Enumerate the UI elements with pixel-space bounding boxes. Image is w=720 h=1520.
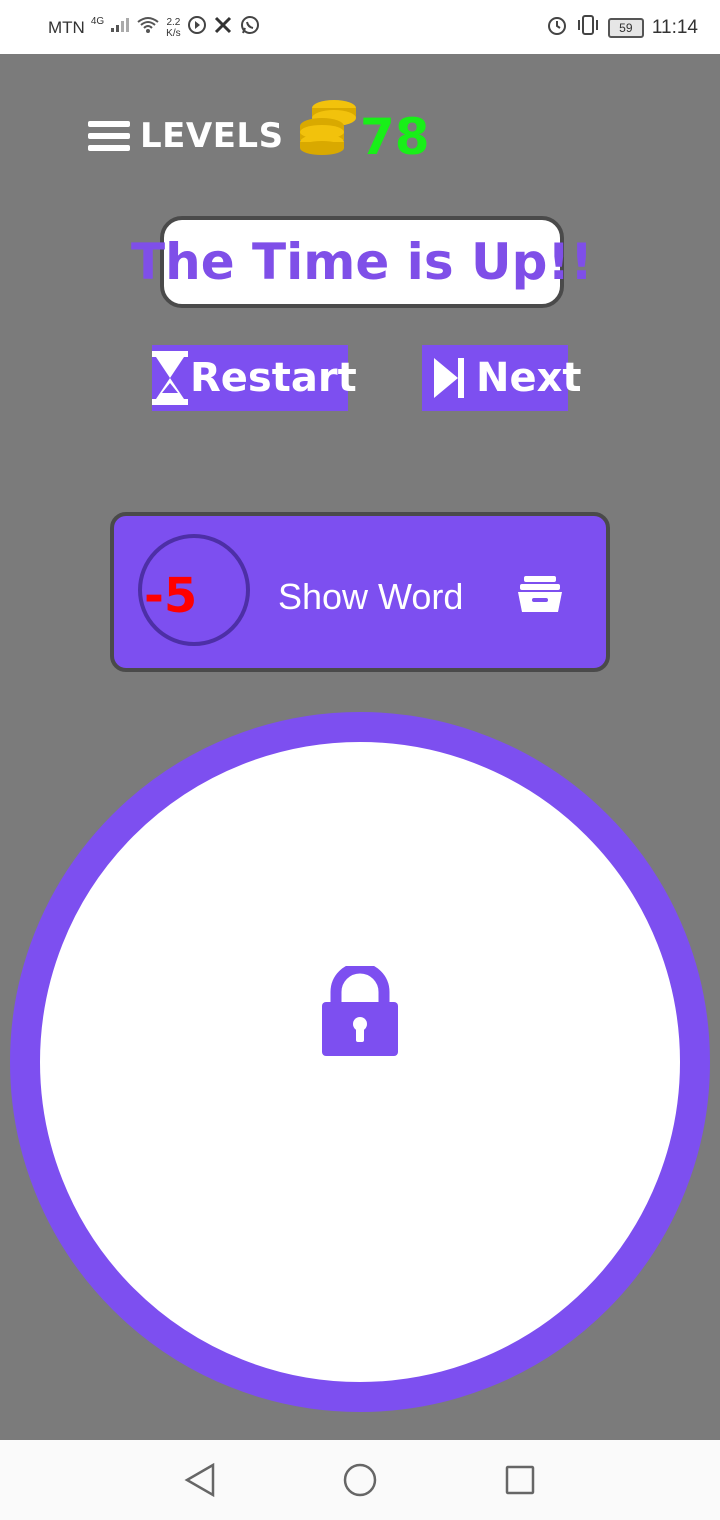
speed-unit: K/s <box>166 27 181 39</box>
restart-label: Restart <box>190 355 357 401</box>
clock: 11:14 <box>651 16 698 38</box>
battery-icon: 59 <box>607 17 644 38</box>
x-icon <box>213 15 233 40</box>
network-speed: 2.2 K/s <box>166 17 180 39</box>
battery-level: 59 <box>619 20 633 35</box>
status-right: 59 11:14 <box>546 14 698 41</box>
next-label: Next <box>476 355 582 401</box>
speed-value: 2.2 <box>166 16 181 28</box>
coin-count: 78 <box>360 108 430 166</box>
hint-cost: -5 <box>144 568 198 624</box>
carrier: MTN <box>48 17 85 37</box>
levels-label: LEVELS <box>140 116 284 156</box>
back-icon[interactable] <box>183 1462 217 1498</box>
time-up-text: The Time is Up!! <box>131 233 593 291</box>
status-bar: MTN 4G 2.2 K/s 59 11:14 <box>0 0 720 54</box>
hourglass-icon <box>152 349 188 407</box>
signal-icon <box>110 17 130 38</box>
restart-button[interactable]: Restart <box>152 345 357 411</box>
puzzle-locked-area <box>10 712 710 1412</box>
wifi-icon <box>136 16 160 39</box>
levels-menu-button[interactable]: LEVELS <box>88 116 284 156</box>
archive-icon <box>518 576 562 612</box>
coins-icon <box>300 100 356 155</box>
alarm-icon <box>546 14 568 41</box>
time-up-banner: The Time is Up!! <box>131 216 593 308</box>
next-button[interactable]: Next <box>422 345 582 411</box>
vibrate-icon <box>576 15 600 40</box>
show-word-label: Show Word <box>278 576 464 617</box>
hamburger-icon <box>88 121 130 151</box>
show-word-button[interactable]: -5 Show Word <box>110 512 610 672</box>
home-icon[interactable] <box>343 1462 377 1498</box>
recent-apps-icon[interactable] <box>504 1464 536 1496</box>
network-type: 4G <box>90 16 105 27</box>
whatsapp-icon <box>239 14 261 41</box>
lock-icon <box>322 966 398 1056</box>
system-nav-bar <box>0 1440 720 1520</box>
skip-next-icon <box>432 356 466 400</box>
sync-icon <box>187 15 207 40</box>
status-left: MTN 4G 2.2 K/s <box>48 14 261 41</box>
